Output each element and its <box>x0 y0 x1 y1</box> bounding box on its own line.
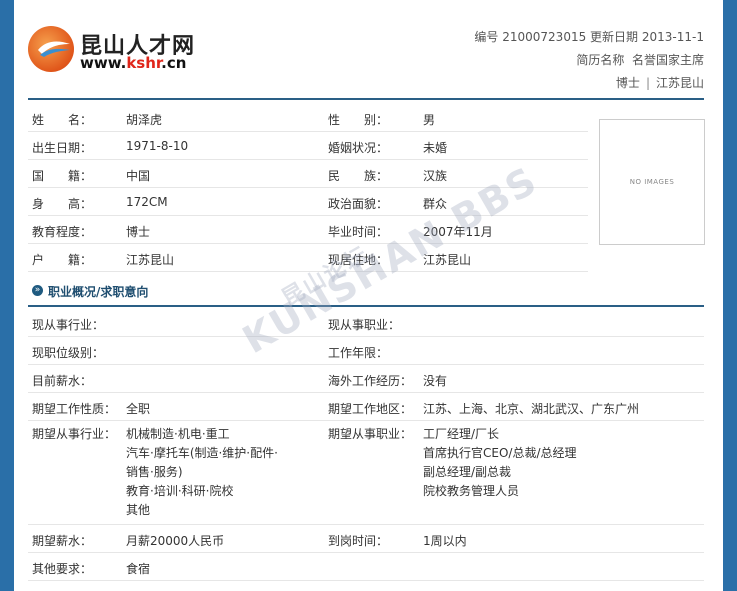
header-divider <box>28 98 704 100</box>
desired-industry-label: 期望从事行业： <box>32 427 117 441</box>
desired-occupation-label: 期望从事职业： <box>328 427 413 441</box>
desired-salary-value: 月薪20000人民币 <box>126 534 225 548</box>
logo-url-brand: kshr <box>126 54 162 72</box>
start-time-value: 1周以内 <box>423 534 467 548</box>
degree-value: 博士 <box>615 76 640 90</box>
career-row: 期望薪水： 月薪20000人民币 到岗时间： 1周以内 <box>28 525 704 553</box>
desired-industry-item: 汽车·摩托车(制造·维护·配件· <box>126 446 278 460</box>
marital-label: 婚姻状况： <box>328 141 389 155</box>
graduation-value: 2007年11月 <box>423 225 493 239</box>
birthdate-value: 1971-8-10 <box>126 139 189 153</box>
desired-salary-label: 期望薪水： <box>32 534 93 548</box>
job-type-label: 期望工作性质： <box>32 402 117 416</box>
desired-industry-item: 教育·培训·科研·院校 <box>126 484 234 498</box>
logo-url-suffix: .cn <box>161 54 187 72</box>
current-salary-label: 目前薪水： <box>32 374 93 388</box>
info-row: 国 籍： 中国 民 族： 汉族 <box>28 160 588 188</box>
gender-value: 男 <box>423 113 436 127</box>
ethnicity-label: 民 族： <box>328 169 389 183</box>
location-value: 江苏昆山 <box>655 76 704 90</box>
info-row: 教育程度： 博士 毕业时间： 2007年11月 <box>28 216 588 244</box>
height-value: 172CM <box>126 195 168 209</box>
hukou-label: 户 籍： <box>32 253 93 267</box>
job-type-value: 全职 <box>126 402 151 416</box>
info-row: 户 籍： 江苏昆山 现居住地： 江苏昆山 <box>28 244 588 272</box>
resume-name-label: 简历名称 <box>576 53 625 67</box>
resume-meta: 编号 21000723015 更新日期 2013-11-1 简历名称 名誉国家主… <box>474 26 704 95</box>
nationality-label: 国 籍： <box>32 169 93 183</box>
career-row: 现职位级别： 工作年限： <box>28 337 704 365</box>
header: 昆山人才网 www.kshr.cn 编号 21000723015 更新日期 20… <box>14 0 723 94</box>
marital-value: 未婚 <box>423 141 448 155</box>
overseas-label: 海外工作经历： <box>328 374 413 388</box>
desired-industry-item: 机械制造·机电·重工 <box>126 427 230 441</box>
desired-industry-item: 其他 <box>126 503 151 517</box>
desired-region-label: 期望工作地区： <box>328 402 413 416</box>
logo-url: www.kshr.cn <box>80 54 186 72</box>
other-requirements-label: 其他要求： <box>32 562 93 576</box>
residence-label: 现居住地： <box>328 253 389 267</box>
work-years-label: 工作年限： <box>328 346 389 360</box>
desired-occupation-item: 副总经理/副总裁 <box>423 465 512 479</box>
career-row: 其他要求： 食宿 <box>28 553 704 581</box>
resume-page: 昆山人才网 www.kshr.cn 编号 21000723015 更新日期 20… <box>14 0 723 591</box>
desired-occupation-item: 工厂经理/厂长 <box>423 427 500 441</box>
section-career-heading: » 职业概况/求职意向 <box>28 281 704 307</box>
profile-photo-placeholder: NO IMAGES <box>599 119 705 245</box>
site-logo[interactable]: 昆山人才网 www.kshr.cn <box>28 26 194 76</box>
name-label: 姓 名： <box>32 113 93 127</box>
desired-occupation-item: 首席执行官CEO/总裁/总经理 <box>423 446 577 460</box>
logo-emblem-icon <box>28 26 74 72</box>
no-image-text: NO IMAGES <box>629 178 675 186</box>
education-label: 教育程度： <box>32 225 93 239</box>
current-industry-label: 现从事行业： <box>32 318 105 332</box>
logo-url-prefix: www. <box>80 54 127 72</box>
gender-label: 性 别： <box>328 113 389 127</box>
political-label: 政治面貌： <box>328 197 389 211</box>
section-arrow-icon: » <box>32 285 43 296</box>
desired-region-value: 江苏、上海、北京、湖北武汉、广东广州 <box>423 402 640 416</box>
height-label: 身 高： <box>32 197 93 211</box>
info-row: 出生日期： 1971-8-10 婚姻状况： 未婚 <box>28 132 588 160</box>
nationality-value: 中国 <box>126 169 151 183</box>
desired-occupation-list: 工厂经理/厂长 首席执行官CEO/总裁/总经理 副总经理/副总裁 院校教务管理人… <box>423 425 577 501</box>
meta-line-3: 博士 | 江苏昆山 <box>474 72 704 95</box>
name-value: 胡泽虎 <box>126 113 163 127</box>
section-title: 职业概况/求职意向 <box>48 285 149 299</box>
meta-line-1: 编号 21000723015 更新日期 2013-11-1 <box>474 26 704 49</box>
hukou-value: 江苏昆山 <box>126 253 175 267</box>
career-row: 目前薪水： 海外工作经历： 没有 <box>28 365 704 393</box>
residence-value: 江苏昆山 <box>423 253 472 267</box>
desired-industry-list: 机械制造·机电·重工 汽车·摩托车(制造·维护·配件· 销售·服务) 教育·培训… <box>126 425 278 520</box>
education-value: 博士 <box>126 225 151 239</box>
career-row: 现从事行业： 现从事职业： <box>28 309 704 337</box>
overseas-value: 没有 <box>423 374 448 388</box>
info-row: 姓 名： 胡泽虎 性 别： 男 <box>28 104 588 132</box>
desired-occupation-item: 院校教务管理人员 <box>423 484 520 498</box>
desired-industry-item: 销售·服务) <box>126 465 183 479</box>
logo-wave-icon <box>38 41 70 57</box>
ethnicity-value: 汉族 <box>423 169 448 183</box>
start-time-label: 到岗时间： <box>328 534 389 548</box>
career-row: 期望工作性质： 全职 期望工作地区： 江苏、上海、北京、湖北武汉、广东广州 <box>28 393 704 421</box>
current-occupation-label: 现从事职业： <box>328 318 401 332</box>
resume-name-value: 名誉国家主席 <box>631 53 704 67</box>
career-row: 期望从事行业： 机械制造·机电·重工 汽车·摩托车(制造·维护·配件· 销售·服… <box>28 421 704 525</box>
birthdate-label: 出生日期： <box>32 141 93 155</box>
basic-info-table: 姓 名： 胡泽虎 性 别： 男 出生日期： 1971-8-10 婚姻状况： 未婚… <box>28 104 588 272</box>
updated-value: 2013-11-1 <box>641 30 704 44</box>
other-requirements-value: 食宿 <box>126 562 151 576</box>
meta-separator: | <box>645 76 650 90</box>
political-value: 群众 <box>423 197 448 211</box>
updated-label: 更新日期 <box>590 30 639 44</box>
meta-line-2: 简历名称 名誉国家主席 <box>474 49 704 72</box>
id-value: 21000723015 <box>502 30 587 44</box>
id-label: 编号 <box>474 30 499 44</box>
info-row: 身 高： 172CM 政治面貌： 群众 <box>28 188 588 216</box>
career-table: 现从事行业： 现从事职业： 现职位级别： 工作年限： 目前薪水： 海外工作经历：… <box>28 309 704 581</box>
current-level-label: 现职位级别： <box>32 346 105 360</box>
graduation-label: 毕业时间： <box>328 225 389 239</box>
